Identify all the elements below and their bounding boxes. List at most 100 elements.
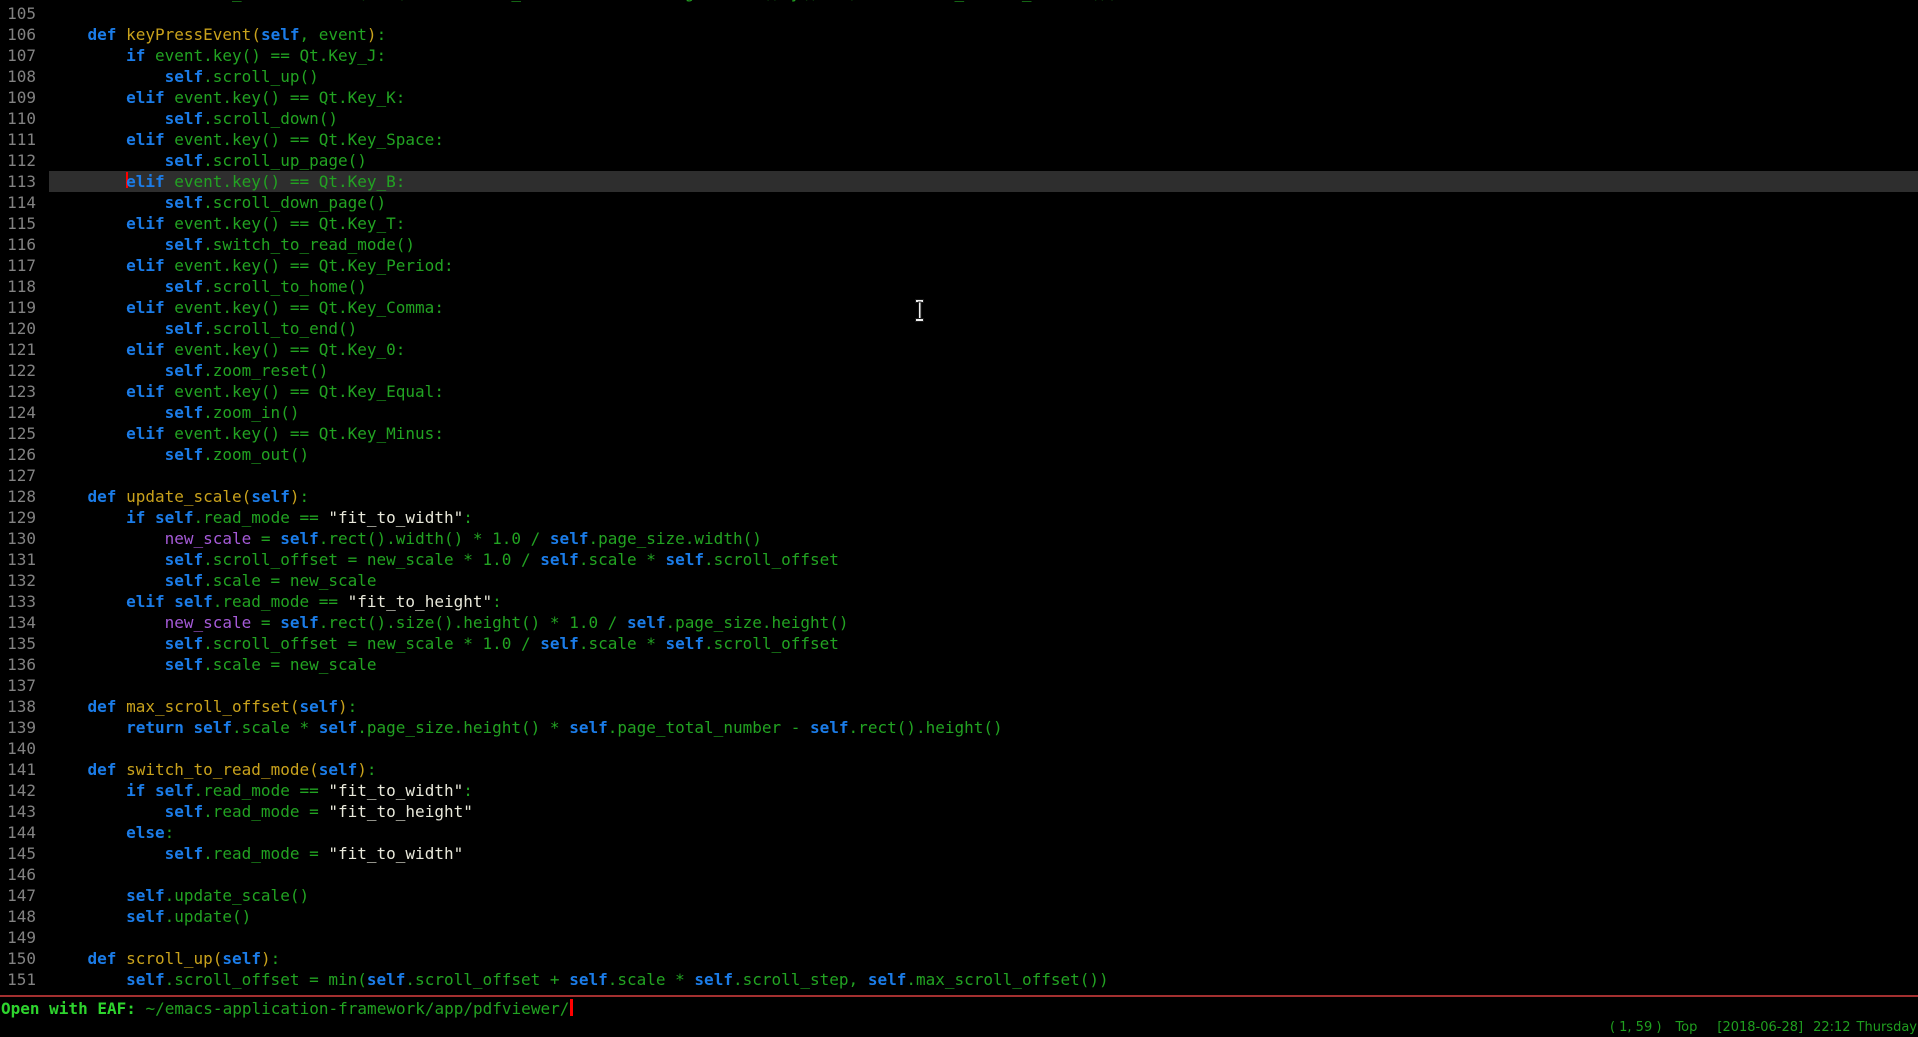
code-text[interactable]: self.scroll_up() xyxy=(49,66,1918,87)
code-line[interactable]: 105 xyxy=(0,3,1918,24)
code-text[interactable]: if event.key() == Qt.Key_J: xyxy=(49,45,1918,66)
code-text[interactable]: elif event.key() == Qt.Key_Equal: xyxy=(49,381,1918,402)
line-number: 127 xyxy=(0,465,36,486)
code-line[interactable]: 137 xyxy=(0,675,1918,696)
code-line[interactable]: 151 self.scroll_offset = min(self.scroll… xyxy=(0,969,1918,990)
code-line[interactable]: 116 self.switch_to_read_mode() xyxy=(0,234,1918,255)
code-text[interactable]: else: xyxy=(49,822,1918,843)
code-text[interactable]: def keyPressEvent(self, event): xyxy=(49,24,1918,45)
code-text[interactable]: def switch_to_read_mode(self): xyxy=(49,759,1918,780)
code-text[interactable]: if self.read_mode == "fit_to_width": xyxy=(49,507,1918,528)
code-text[interactable]: elif event.key() == Qt.Key_0: xyxy=(49,339,1918,360)
code-text[interactable]: self.scroll_to_end() xyxy=(49,318,1918,339)
code-line[interactable]: 150 def scroll_up(self): xyxy=(0,948,1918,969)
code-line[interactable]: 135 self.scroll_offset = new_scale * 1.0… xyxy=(0,633,1918,654)
code-text[interactable]: self.zoom_reset() xyxy=(49,360,1918,381)
code-text[interactable] xyxy=(49,675,1918,696)
code-line[interactable]: 114 self.scroll_down_page() xyxy=(0,192,1918,213)
code-line[interactable]: 118 self.scroll_to_home() xyxy=(0,276,1918,297)
code-line[interactable]: 134 new_scale = self.rect().size().heigh… xyxy=(0,612,1918,633)
code-line[interactable]: 119 elif event.key() == Qt.Key_Comma: xyxy=(0,297,1918,318)
code-text[interactable]: self.scroll_offset = new_scale * 1.0 / s… xyxy=(49,633,1918,654)
code-line[interactable]: 149 xyxy=(0,927,1918,948)
code-line[interactable]: 121 elif event.key() == Qt.Key_0: xyxy=(0,339,1918,360)
code-text[interactable]: self.update() xyxy=(49,906,1918,927)
code-line[interactable]: 147 self.update_scale() xyxy=(0,885,1918,906)
code-text[interactable]: new_scale = self.rect().width() * 1.0 / … xyxy=(49,528,1918,549)
code-line[interactable]: 112 self.scroll_up_page() xyxy=(0,150,1918,171)
code-line[interactable]: 125 elif event.key() == Qt.Key_Minus: xyxy=(0,423,1918,444)
code-line[interactable]: 129 if self.read_mode == "fit_to_width": xyxy=(0,507,1918,528)
code-line[interactable]: 124 self.zoom_in() xyxy=(0,402,1918,423)
code-text[interactable]: def scroll_up(self): xyxy=(49,948,1918,969)
code-text[interactable]: elif self.read_mode == "fit_to_height": xyxy=(49,591,1918,612)
code-line[interactable]: 146 xyxy=(0,864,1918,885)
code-text[interactable]: self.scroll_to_home() xyxy=(49,276,1918,297)
code-line[interactable]: 133 elif self.read_mode == "fit_to_heigh… xyxy=(0,591,1918,612)
code-line[interactable]: 126 self.zoom_out() xyxy=(0,444,1918,465)
code-text[interactable]: self.read_mode = "fit_to_height" xyxy=(49,801,1918,822)
code-text[interactable]: def max_scroll_offset(self): xyxy=(49,696,1918,717)
code-line[interactable]: 131 self.scroll_offset = new_scale * 1.0… xyxy=(0,549,1918,570)
code-text[interactable]: elif event.key() == Qt.Key_T: xyxy=(49,213,1918,234)
code-text[interactable]: elif event.key() == Qt.Key_K: xyxy=(49,87,1918,108)
code-text[interactable]: return self.scale * self.page_size.heigh… xyxy=(49,717,1918,738)
code-text[interactable]: self.scale = new_scale xyxy=(49,570,1918,591)
code-line[interactable]: 128 def update_scale(self): xyxy=(0,486,1918,507)
minibuffer-input[interactable]: ~/emacs-application-framework/app/pdfvie… xyxy=(146,999,570,1018)
code-line[interactable]: 122 self.zoom_reset() xyxy=(0,360,1918,381)
code-line[interactable]: 143 self.read_mode = "fit_to_height" xyxy=(0,801,1918,822)
code-line[interactable]: 136 self.scale = new_scale xyxy=(0,654,1918,675)
code-line[interactable]: 108 self.scroll_up() xyxy=(0,66,1918,87)
code-text[interactable]: self.scale = new_scale xyxy=(49,654,1918,675)
code-text[interactable]: if self.read_mode == "fit_to_width": xyxy=(49,780,1918,801)
code-line[interactable]: 115 elif event.key() == Qt.Key_T: xyxy=(0,213,1918,234)
code-buffer[interactable]: 104 self.scroll_offset = min(max(self.sc… xyxy=(0,0,1918,995)
code-text[interactable] xyxy=(49,738,1918,759)
code-line[interactable]: 107 if event.key() == Qt.Key_J: xyxy=(0,45,1918,66)
code-text[interactable]: self.scroll_up_page() xyxy=(49,150,1918,171)
code-line[interactable]: 120 self.scroll_to_end() xyxy=(0,318,1918,339)
code-text[interactable]: elif event.key() == Qt.Key_Minus: xyxy=(49,423,1918,444)
code-text[interactable] xyxy=(49,927,1918,948)
code-text[interactable]: elif event.key() == Qt.Key_Comma: xyxy=(49,297,1918,318)
code-text[interactable]: elif event.key() == Qt.Key_B: xyxy=(49,171,1918,192)
code-line[interactable]: 145 self.read_mode = "fit_to_width" xyxy=(0,843,1918,864)
code-line[interactable]: 142 if self.read_mode == "fit_to_width": xyxy=(0,780,1918,801)
code-text[interactable]: new_scale = self.rect().size().height() … xyxy=(49,612,1918,633)
code-line[interactable]: 140 xyxy=(0,738,1918,759)
code-line[interactable]: 148 self.update() xyxy=(0,906,1918,927)
code-text[interactable]: elif event.key() == Qt.Key_Space: xyxy=(49,129,1918,150)
code-text[interactable] xyxy=(49,864,1918,885)
code-text[interactable]: elif event.key() == Qt.Key_Period: xyxy=(49,255,1918,276)
code-line[interactable]: 132 self.scale = new_scale xyxy=(0,570,1918,591)
code-line[interactable]: 138 def max_scroll_offset(self): xyxy=(0,696,1918,717)
code-line[interactable]: 141 def switch_to_read_mode(self): xyxy=(0,759,1918,780)
code-line[interactable]: 110 self.scroll_down() xyxy=(0,108,1918,129)
code-text[interactable]: self.scroll_down() xyxy=(49,108,1918,129)
code-line[interactable]: 123 elif event.key() == Qt.Key_Equal: xyxy=(0,381,1918,402)
code-text[interactable]: self.switch_to_read_mode() xyxy=(49,234,1918,255)
code-line[interactable]: 113 elif event.key() == Qt.Key_B: xyxy=(0,171,1918,192)
code-line[interactable]: 139 return self.scale * self.page_size.h… xyxy=(0,717,1918,738)
code-line[interactable]: 111 elif event.key() == Qt.Key_Space: xyxy=(0,129,1918,150)
code-text[interactable]: self.scroll_down_page() xyxy=(49,192,1918,213)
code-text[interactable]: self.scroll_offset = min(self.scroll_off… xyxy=(49,969,1918,990)
code-line[interactable]: 117 elif event.key() == Qt.Key_Period: xyxy=(0,255,1918,276)
code-text[interactable]: self.update_scale() xyxy=(49,885,1918,906)
code-lines: 104 self.scroll_offset = min(max(self.sc… xyxy=(0,0,1918,990)
code-text[interactable]: self.read_mode = "fit_to_width" xyxy=(49,843,1918,864)
line-number: 107 xyxy=(0,45,36,66)
code-text[interactable]: def update_scale(self): xyxy=(49,486,1918,507)
code-text[interactable] xyxy=(49,465,1918,486)
code-text[interactable]: self.zoom_out() xyxy=(49,444,1918,465)
code-text[interactable] xyxy=(49,3,1918,24)
code-text[interactable]: self.zoom_in() xyxy=(49,402,1918,423)
code-line[interactable]: 130 new_scale = self.rect().width() * 1.… xyxy=(0,528,1918,549)
code-text[interactable]: self.scroll_offset = new_scale * 1.0 / s… xyxy=(49,549,1918,570)
code-line[interactable]: 127 xyxy=(0,465,1918,486)
minibuffer[interactable]: Open with EAF: ~/emacs-application-frame… xyxy=(1,999,573,1019)
code-line[interactable]: 144 else: xyxy=(0,822,1918,843)
code-line[interactable]: 106 def keyPressEvent(self, event): xyxy=(0,24,1918,45)
code-line[interactable]: 109 elif event.key() == Qt.Key_K: xyxy=(0,87,1918,108)
